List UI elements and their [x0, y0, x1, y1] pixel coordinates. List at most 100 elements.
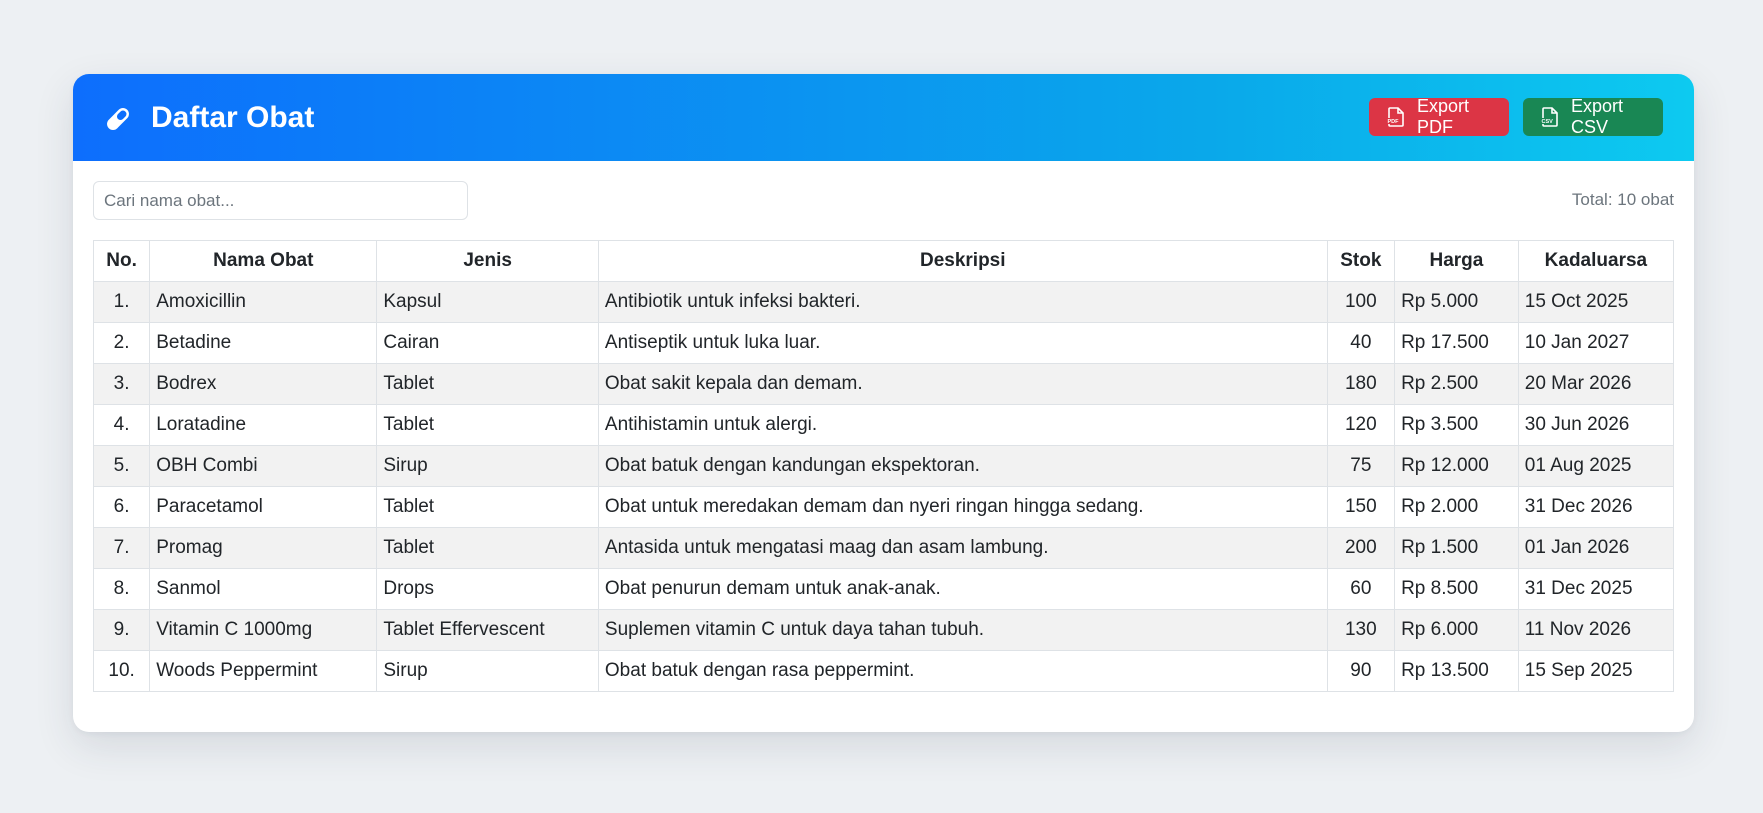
cell-deskripsi: Obat untuk meredakan demam dan nyeri rin… — [597, 486, 1328, 528]
cell-jenis: Drops — [376, 568, 599, 610]
cell-nama-obat: Sanmol — [149, 568, 378, 610]
cell-stok: 150 — [1326, 486, 1396, 528]
column-header-nama-obat[interactable]: Nama Obat — [149, 240, 378, 282]
table-row[interactable]: 6. Paracetamol Tablet Obat untuk meredak… — [92, 486, 1675, 528]
cell-kadaluarsa: 01 Jan 2026 — [1517, 527, 1675, 569]
cell-no: 9. — [92, 609, 151, 651]
cell-kadaluarsa: 10 Jan 2027 — [1517, 322, 1675, 364]
cell-kadaluarsa: 15 Oct 2025 — [1517, 281, 1675, 323]
cell-kadaluarsa: 11 Nov 2026 — [1517, 609, 1675, 651]
cell-no: 10. — [92, 650, 151, 692]
cell-deskripsi: Obat batuk dengan rasa peppermint. — [597, 650, 1328, 692]
column-header-no[interactable]: No. — [92, 240, 151, 282]
cell-jenis: Tablet — [376, 486, 599, 528]
cell-nama-obat: Bodrex — [149, 363, 378, 405]
cell-deskripsi: Obat sakit kepala dan demam. — [597, 363, 1328, 405]
cell-deskripsi: Antasida untuk mengatasi maag dan asam l… — [597, 527, 1328, 569]
export-csv-button[interactable]: CSV Export CSV — [1523, 96, 1663, 137]
column-header-harga[interactable]: Harga — [1394, 240, 1519, 282]
cell-jenis: Kapsul — [376, 281, 599, 323]
cell-deskripsi: Obat batuk dengan kandungan ekspektoran. — [597, 445, 1328, 487]
cell-stok: 130 — [1326, 609, 1396, 651]
cell-nama-obat: Promag — [149, 527, 378, 569]
cell-kadaluarsa: 01 Aug 2025 — [1517, 445, 1675, 487]
search-input[interactable] — [93, 181, 468, 220]
cell-nama-obat: Betadine — [149, 322, 378, 364]
cell-no: 5. — [92, 445, 151, 487]
svg-text:PDF: PDF — [1388, 119, 1400, 125]
column-header-deskripsi[interactable]: Deskripsi — [597, 240, 1328, 282]
column-header-jenis[interactable]: Jenis — [376, 240, 599, 282]
cell-deskripsi: Antibiotik untuk infeksi bakteri. — [597, 281, 1328, 323]
total-count: Total: 10 obat — [1571, 190, 1674, 209]
cell-stok: 60 — [1326, 568, 1396, 610]
obat-card: Daftar Obat PDF Export PDF CSV Export CS… — [73, 74, 1694, 732]
cell-jenis: Cairan — [376, 322, 599, 364]
cell-harga: Rp 12.000 — [1394, 445, 1519, 487]
cell-stok: 90 — [1326, 650, 1396, 692]
table-row[interactable]: 3. Bodrex Tablet Obat sakit kepala dan d… — [92, 363, 1675, 405]
cell-no: 1. — [92, 281, 151, 323]
column-header-kadaluarsa[interactable]: Kadaluarsa — [1517, 240, 1675, 282]
cell-stok: 40 — [1326, 322, 1396, 364]
export-csv-label: Export CSV — [1571, 96, 1624, 137]
cell-harga: Rp 2.000 — [1394, 486, 1519, 528]
card-header: Daftar Obat PDF Export PDF CSV Export CS… — [73, 74, 1694, 161]
cell-kadaluarsa: 31 Dec 2026 — [1517, 486, 1675, 528]
cell-deskripsi: Antihistamin untuk alergi. — [597, 404, 1328, 446]
cell-no: 8. — [92, 568, 151, 610]
table-row[interactable]: 9. Vitamin C 1000mg Tablet Effervescent … — [92, 609, 1675, 651]
page-title: Daftar Obat — [151, 101, 315, 134]
export-pdf-button[interactable]: PDF Export PDF — [1369, 96, 1509, 137]
table-row[interactable]: 4. Loratadine Tablet Antihistamin untuk … — [92, 404, 1675, 446]
cell-nama-obat: Loratadine — [149, 404, 378, 446]
cell-no: 7. — [92, 527, 151, 569]
table-row[interactable]: 5. OBH Combi Sirup Obat batuk dengan kan… — [92, 445, 1675, 487]
cell-kadaluarsa: 20 Mar 2026 — [1517, 363, 1675, 405]
cell-deskripsi: Suplemen vitamin C untuk daya tahan tubu… — [597, 609, 1328, 651]
cell-nama-obat: Vitamin C 1000mg — [149, 609, 378, 651]
cell-no: 4. — [92, 404, 151, 446]
svg-text:CSV: CSV — [1542, 119, 1554, 125]
file-pdf-icon: PDF — [1387, 107, 1404, 127]
cell-stok: 200 — [1326, 527, 1396, 569]
cell-harga: Rp 2.500 — [1394, 363, 1519, 405]
cell-kadaluarsa: 15 Sep 2025 — [1517, 650, 1675, 692]
file-csv-icon: CSV — [1541, 107, 1558, 127]
cell-kadaluarsa: 30 Jun 2026 — [1517, 404, 1675, 446]
table-row[interactable]: 7. Promag Tablet Antasida untuk mengatas… — [92, 527, 1675, 569]
cell-kadaluarsa: 31 Dec 2025 — [1517, 568, 1675, 610]
cell-deskripsi: Obat penurun demam untuk anak-anak. — [597, 568, 1328, 610]
cell-no: 3. — [92, 363, 151, 405]
cell-jenis: Sirup — [376, 445, 599, 487]
table-header-row: No. Nama Obat Jenis Deskripsi Stok Harga… — [92, 240, 1675, 282]
table-row[interactable]: 10. Woods Peppermint Sirup Obat batuk de… — [92, 650, 1675, 692]
cell-stok: 100 — [1326, 281, 1396, 323]
cell-nama-obat: OBH Combi — [149, 445, 378, 487]
pill-icon — [107, 108, 129, 130]
cell-deskripsi: Antiseptik untuk luka luar. — [597, 322, 1328, 364]
obat-table: No. Nama Obat Jenis Deskripsi Stok Harga… — [92, 240, 1675, 692]
table-row[interactable]: 1. Amoxicillin Kapsul Antibiotik untuk i… — [92, 281, 1675, 323]
table-row[interactable]: 2. Betadine Cairan Antiseptik untuk luka… — [92, 322, 1675, 364]
cell-jenis: Tablet — [376, 527, 599, 569]
cell-jenis: Tablet Effervescent — [376, 609, 599, 651]
cell-harga: Rp 5.000 — [1394, 281, 1519, 323]
cell-jenis: Tablet — [376, 404, 599, 446]
cell-stok: 120 — [1326, 404, 1396, 446]
cell-harga: Rp 17.500 — [1394, 322, 1519, 364]
cell-nama-obat: Woods Peppermint — [149, 650, 378, 692]
cell-harga: Rp 13.500 — [1394, 650, 1519, 692]
cell-no: 6. — [92, 486, 151, 528]
cell-harga: Rp 6.000 — [1394, 609, 1519, 651]
cell-no: 2. — [92, 322, 151, 364]
cell-nama-obat: Paracetamol — [149, 486, 378, 528]
cell-harga: Rp 8.500 — [1394, 568, 1519, 610]
cell-stok: 180 — [1326, 363, 1396, 405]
cell-harga: Rp 3.500 — [1394, 404, 1519, 446]
column-header-stok[interactable]: Stok — [1326, 240, 1396, 282]
cell-stok: 75 — [1326, 445, 1396, 487]
export-pdf-label: Export PDF — [1417, 96, 1470, 137]
table-row[interactable]: 8. Sanmol Drops Obat penurun demam untuk… — [92, 568, 1675, 610]
cell-jenis: Sirup — [376, 650, 599, 692]
